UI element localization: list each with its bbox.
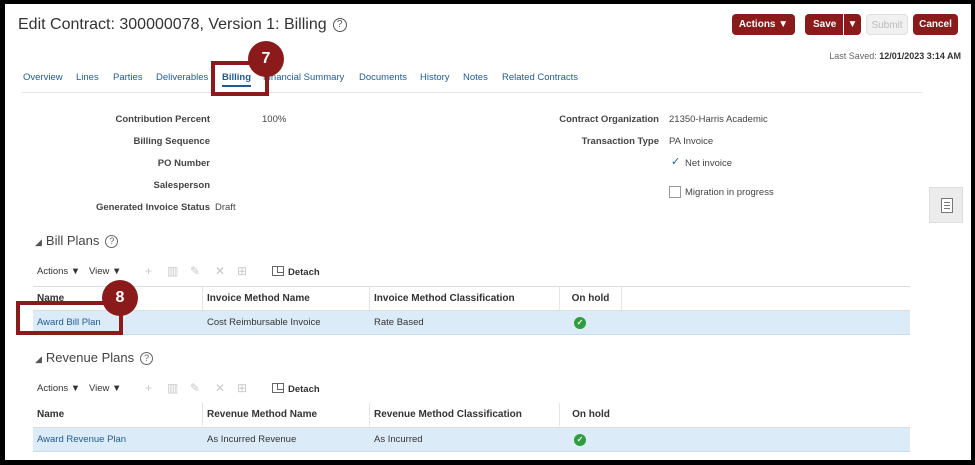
page-title: Edit Contract: 300000078, Version 1: Bil…	[18, 16, 347, 34]
contract-organization-label: Contract Organization	[559, 114, 659, 125]
net-invoice-label: Net invoice	[685, 158, 732, 169]
award-revenue-plan-link[interactable]: Award Revenue Plan	[33, 428, 126, 452]
add-icon[interactable]: +	[145, 264, 152, 278]
columns-icon[interactable]: ⊞	[237, 381, 247, 395]
table-header: Name Invoice Method Name Invoice Method …	[33, 286, 910, 311]
collapse-triangle-icon[interactable]: ◢	[35, 237, 42, 247]
tab-deliverables[interactable]: Deliverables	[156, 72, 208, 83]
revenue-plans-header[interactable]: ◢ Revenue Plans?	[35, 350, 154, 365]
remove-icon[interactable]: ✕	[215, 381, 225, 395]
migration-in-progress-label: Migration in progress	[685, 187, 774, 198]
submit-button[interactable]: Submit	[866, 14, 908, 35]
side-panel-toggle[interactable]	[929, 187, 963, 223]
revenue-plans-actions-menu[interactable]: Actions ▼	[37, 383, 80, 394]
delete-icon[interactable]: ▥	[167, 381, 178, 395]
revenue-method-classification-cell: As Incurred	[374, 434, 423, 445]
migration-in-progress-checkbox[interactable]	[669, 186, 681, 198]
delete-icon[interactable]: ▥	[167, 264, 178, 278]
column-header-revenue-method-classification[interactable]: Revenue Method Classification	[370, 403, 560, 426]
transaction-type-label: Transaction Type	[581, 136, 659, 147]
table-row[interactable]: Award Revenue Plan As Incurred Revenue A…	[33, 428, 910, 452]
detach-icon	[272, 266, 284, 276]
transaction-type-value: PA Invoice	[669, 136, 714, 147]
bill-plans-detach-button[interactable]: Detach	[272, 266, 320, 278]
help-icon[interactable]: ?	[105, 235, 119, 248]
net-invoice-check-icon[interactable]: ✓	[671, 155, 680, 168]
cancel-button[interactable]: Cancel	[913, 14, 958, 35]
add-icon[interactable]: +	[145, 381, 152, 395]
table-header: Name Revenue Method Name Revenue Method …	[33, 403, 910, 428]
column-header-invoice-method-classification[interactable]: Invoice Method Classification	[370, 287, 560, 310]
columns-icon[interactable]: ⊞	[237, 264, 247, 278]
edit-icon[interactable]: ✎	[190, 264, 200, 278]
tab-overview[interactable]: Overview	[23, 72, 63, 83]
actions-button[interactable]: Actions ▼	[732, 14, 795, 35]
bill-plans-view-menu[interactable]: View ▼	[89, 266, 121, 277]
step-8-callout: 8	[102, 280, 138, 316]
column-header-name[interactable]: Name	[33, 403, 203, 426]
contribution-percent-value: 100%	[262, 114, 287, 125]
contract-organization-value: 21350-Harris Academic	[669, 114, 768, 125]
tab-history[interactable]: History	[420, 72, 450, 83]
column-header-revenue-method-name[interactable]: Revenue Method Name	[203, 403, 370, 426]
tab-notes[interactable]: Notes	[463, 72, 488, 83]
collapse-triangle-icon[interactable]: ◢	[35, 354, 42, 364]
remove-icon[interactable]: ✕	[215, 264, 225, 278]
tab-lines[interactable]: Lines	[76, 72, 99, 83]
generated-invoice-status-label: Generated Invoice Status	[95, 202, 210, 213]
tab-parties[interactable]: Parties	[113, 72, 143, 83]
column-header-on-hold[interactable]: On hold	[560, 403, 622, 426]
tab-documents[interactable]: Documents	[359, 72, 407, 83]
invoice-method-classification-cell: Rate Based	[374, 317, 424, 328]
save-button[interactable]: Save ▼	[805, 14, 861, 35]
help-icon[interactable]: ?	[140, 352, 154, 365]
salesperson-label: Salesperson	[153, 180, 211, 191]
help-icon[interactable]: ?	[332, 18, 347, 32]
contribution-percent-label: Contribution Percent	[115, 114, 210, 125]
billing-panel: Contribution Percent 100% Billing Sequen…	[21, 92, 923, 460]
save-label: Save	[813, 19, 837, 30]
revenue-plans-detach-button[interactable]: Detach	[272, 383, 320, 395]
column-header-invoice-method-name[interactable]: Invoice Method Name	[203, 287, 370, 310]
billing-sequence-label: Billing Sequence	[133, 136, 210, 147]
bill-plans-header[interactable]: ◢ Bill Plans?	[35, 233, 119, 248]
table-row[interactable]: Award Bill Plan Cost Reimbursable Invoic…	[33, 311, 910, 335]
invoice-method-name-cell: Cost Reimbursable Invoice	[207, 317, 321, 328]
check-circle-icon: ✓	[574, 317, 586, 329]
revenue-plans-view-menu[interactable]: View ▼	[89, 383, 121, 394]
bill-plans-toolbar: Actions ▼ View ▼ + ▥ ✎ ✕ ⊞ Detach	[37, 264, 457, 280]
last-saved: Last Saved: 12/01/2023 3:14 AM	[829, 51, 961, 61]
column-header-on-hold[interactable]: On hold	[560, 287, 622, 310]
revenue-method-name-cell: As Incurred Revenue	[207, 434, 297, 445]
generated-invoice-status-value: Draft	[215, 202, 236, 213]
check-circle-icon: ✓	[574, 434, 586, 446]
detach-icon	[272, 383, 284, 393]
document-icon	[941, 198, 953, 213]
tab-related-contracts[interactable]: Related Contracts	[502, 72, 578, 83]
bill-plans-actions-menu[interactable]: Actions ▼	[37, 266, 80, 277]
step-7-callout: 7	[248, 41, 284, 77]
save-menu-chevron-icon[interactable]: ▼	[843, 14, 861, 35]
app-window: Edit Contract: 300000078, Version 1: Bil…	[5, 4, 971, 460]
edit-icon[interactable]: ✎	[190, 381, 200, 395]
po-number-label: PO Number	[157, 158, 210, 169]
revenue-plans-toolbar: Actions ▼ View ▼ + ▥ ✎ ✕ ⊞ Detach	[37, 381, 457, 397]
